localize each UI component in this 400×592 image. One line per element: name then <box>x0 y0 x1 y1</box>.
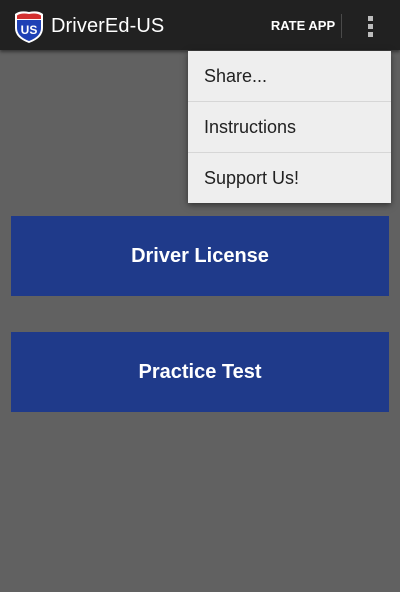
app-logo-icon: US <box>12 8 46 44</box>
more-vert-icon-dot <box>368 24 373 29</box>
practice-test-button[interactable]: Practice Test <box>11 332 389 412</box>
app-bar: US DriverEd-US RATE APP <box>0 0 400 50</box>
menu-item-support-us[interactable]: Support Us! <box>188 153 391 203</box>
menu-item-instructions[interactable]: Instructions <box>188 102 391 152</box>
app-title: DriverEd-US <box>51 15 165 37</box>
more-vert-icon-dot <box>368 32 373 37</box>
menu-item-share[interactable]: Share... <box>188 51 391 101</box>
overflow-menu-button[interactable] <box>358 10 384 42</box>
driver-license-button[interactable]: Driver License <box>11 216 389 296</box>
logo-text: US <box>21 23 38 37</box>
more-vert-icon <box>368 16 373 21</box>
overflow-menu: Share... Instructions Support Us! <box>188 51 391 203</box>
rate-app-button[interactable]: RATE APP <box>266 10 340 42</box>
toolbar-divider <box>341 14 342 38</box>
